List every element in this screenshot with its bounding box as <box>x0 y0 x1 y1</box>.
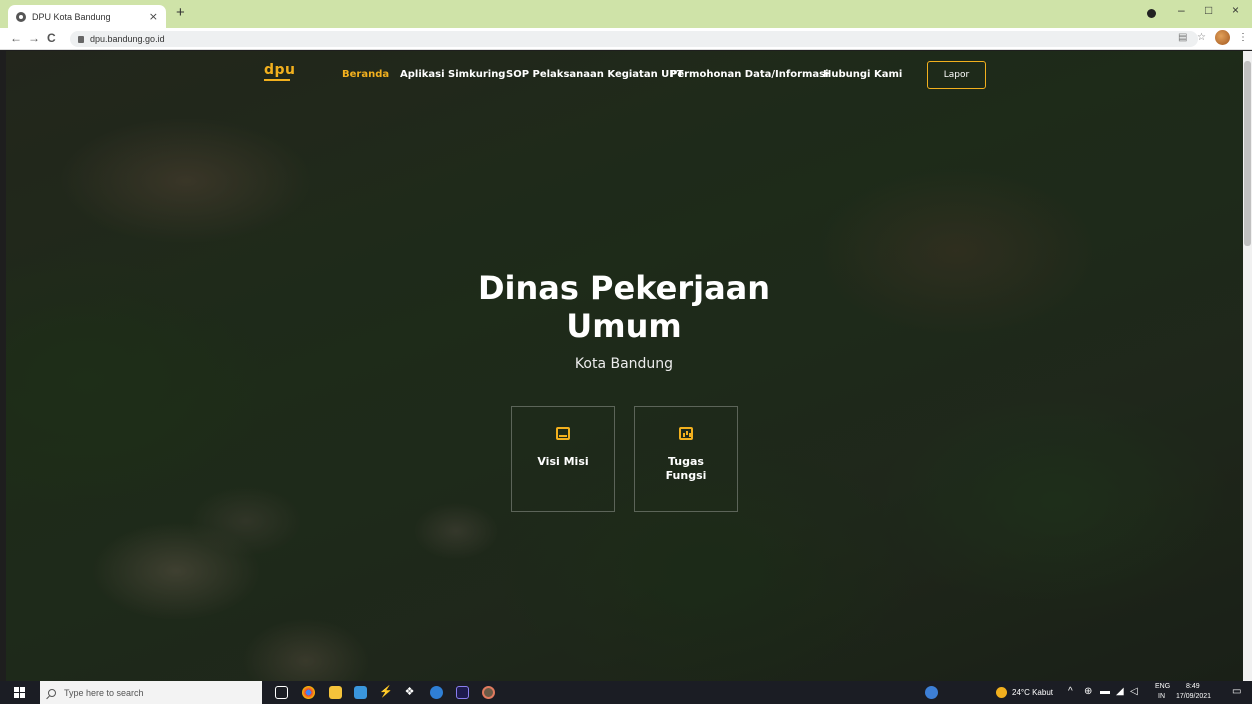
weather-text[interactable]: 24°C Kabut <box>1012 688 1053 697</box>
logo-text: dpu <box>264 62 296 78</box>
url-text: dpu.bandung.go.id <box>90 34 165 44</box>
logo-underline <box>264 79 290 81</box>
profile-indicator-icon[interactable] <box>1147 9 1156 18</box>
premiere-pro-icon[interactable] <box>456 686 469 699</box>
minimize-button[interactable]: – <box>1178 3 1185 17</box>
translate-icon[interactable]: ▤ <box>1178 32 1187 43</box>
nav-permohonan-data[interactable]: Permohonan Data/Informasi <box>670 69 829 80</box>
chevron-up-icon[interactable]: ^ <box>1068 686 1073 697</box>
region-code[interactable]: IN <box>1158 693 1165 700</box>
network-icon[interactable]: ⊕ <box>1084 686 1092 697</box>
windows-taskbar: Type here to search ⚡ ❖ 24°C Kabut ^ ⊕ ▬… <box>0 681 1252 704</box>
nav-hubungi-kami[interactable]: Hubungi Kami <box>823 69 902 80</box>
task-view-icon[interactable] <box>275 686 288 699</box>
active-chrome-icon[interactable] <box>482 686 495 699</box>
site-navigation: dpu Beranda Aplikasi Simkuring SOP Pelak… <box>6 51 1243 99</box>
close-window-button[interactable]: × <box>1232 3 1239 17</box>
reload-button[interactable]: C <box>47 31 56 45</box>
back-button[interactable]: ← <box>10 31 22 45</box>
tab-title: DPU Kota Bandung <box>32 11 111 22</box>
hero-title-line2: Umum <box>566 307 682 345</box>
browser-tab-bar: DPU Kota Bandung × + – □ × <box>0 0 1252 28</box>
site-favicon-icon <box>16 11 26 22</box>
lock-icon <box>78 35 84 43</box>
new-tab-button[interactable]: + <box>176 4 185 21</box>
nav-aplikasi-simkuring[interactable]: Aplikasi Simkuring <box>400 69 505 80</box>
search-placeholder: Type here to search <box>64 687 144 698</box>
scrollbar-thumb[interactable] <box>1244 61 1251 246</box>
card-label: Tugas Fungsi <box>665 455 707 482</box>
lapor-button[interactable]: Lapor <box>927 61 986 89</box>
chrome-icon[interactable] <box>302 686 315 699</box>
messenger-icon[interactable] <box>430 686 443 699</box>
hero-title-line1: Dinas Pekerjaan <box>477 269 771 307</box>
clock-time[interactable]: 8:49 <box>1186 683 1200 690</box>
bolt-app-icon[interactable]: ⚡ <box>379 686 393 699</box>
card-label: Visi Misi <box>537 455 589 468</box>
tab-close-icon[interactable]: × <box>149 10 158 23</box>
store-app-icon[interactable] <box>354 686 367 699</box>
browser-menu-icon[interactable]: ⋮ <box>1238 32 1248 43</box>
help-icon[interactable] <box>925 686 938 699</box>
search-icon <box>48 688 56 697</box>
page-scrollbar[interactable] <box>1243 51 1252 681</box>
hero-subtitle: Kota Bandung <box>574 356 674 372</box>
store-icon <box>556 427 570 440</box>
bar-chart-icon <box>679 427 693 440</box>
wifi-icon[interactable]: ◢ <box>1116 686 1124 697</box>
clock-date[interactable]: 17/09/2021 <box>1176 693 1211 700</box>
visi-misi-card[interactable]: Visi Misi <box>511 406 615 512</box>
nav-sop-pelaksanaan[interactable]: SOP Pelaksanaan Kegiatan UPT <box>506 69 683 80</box>
browser-toolbar: ← → C dpu.bandung.go.id ▤ ☆ ⋮ <box>0 28 1252 50</box>
profile-avatar[interactable] <box>1215 30 1230 45</box>
tugas-fungsi-card[interactable]: Tugas Fungsi <box>634 406 738 512</box>
browser-tab[interactable]: DPU Kota Bandung × <box>8 5 166 28</box>
maximize-button[interactable]: □ <box>1205 3 1212 17</box>
hero-title: Dinas Pekerjaan Umum <box>424 269 824 345</box>
dropbox-icon[interactable]: ❖ <box>403 686 416 699</box>
volume-icon[interactable]: ◁ <box>1130 686 1138 697</box>
windows-start-icon[interactable] <box>14 687 25 698</box>
nav-beranda[interactable]: Beranda <box>342 69 389 80</box>
battery-icon[interactable]: ▬ <box>1100 686 1110 697</box>
notifications-icon[interactable]: ▭ <box>1232 686 1241 697</box>
forward-button[interactable]: → <box>28 31 40 45</box>
language-code[interactable]: ENG <box>1155 683 1170 690</box>
bookmark-star-icon[interactable]: ☆ <box>1197 32 1206 43</box>
weather-icon <box>996 687 1007 698</box>
taskbar-search-input[interactable]: Type here to search <box>40 681 262 704</box>
dpu-logo[interactable]: dpu <box>264 62 296 81</box>
file-explorer-icon[interactable] <box>329 686 342 699</box>
hero-section: dpu Beranda Aplikasi Simkuring SOP Pelak… <box>6 51 1243 681</box>
address-bar[interactable]: dpu.bandung.go.id <box>70 31 1198 47</box>
